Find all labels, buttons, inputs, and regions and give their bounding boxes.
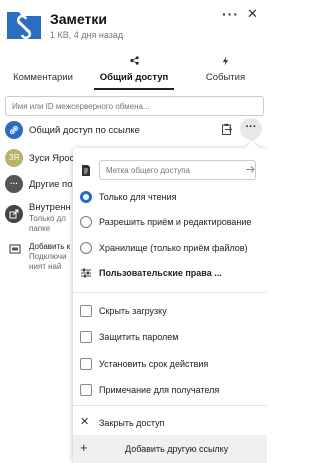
close-sidebar-button[interactable]: ✕ xyxy=(247,6,258,22)
add-server-sub1: Подключи xyxy=(29,252,67,261)
option-allow-edit-label: Разрешить приём и редактирование xyxy=(99,217,252,227)
link-icon xyxy=(5,121,23,139)
note-icon xyxy=(82,165,90,176)
add-link-label: Добавить другую ссылку xyxy=(125,444,229,454)
folder-link-icon xyxy=(7,12,41,40)
option-expiry-label: Установить срок действия xyxy=(99,359,209,369)
radio-checked-icon xyxy=(80,191,92,203)
server-icon xyxy=(9,244,21,254)
option-custom-rights-label: Пользовательские права ... xyxy=(99,268,222,278)
checkbox-icon xyxy=(80,331,92,343)
checkbox-icon xyxy=(80,358,92,370)
radio-icon xyxy=(80,242,92,254)
plus-icon: + xyxy=(80,440,88,455)
option-file-drop-label: Хранилище (только приём файлов) xyxy=(99,243,248,253)
checkbox-icon xyxy=(80,384,92,396)
add-server-label: Добавить к xyxy=(29,242,71,251)
internal-link-sub2: папке xyxy=(29,224,51,233)
close-icon: ✕ xyxy=(80,416,90,428)
add-link-button[interactable]: + Добавить другую ссылку xyxy=(73,435,267,463)
tab-activity-label: События xyxy=(205,72,246,83)
option-allow-edit[interactable]: Разрешить приём и редактирование xyxy=(73,209,267,235)
file-header: Заметки 1 КВ, 4 дня назад ··· ✕ xyxy=(0,0,267,50)
tab-comments[interactable]: Комментарии xyxy=(0,52,86,90)
option-password[interactable]: Защитить паролем xyxy=(73,324,267,350)
external-link-icon xyxy=(5,205,23,223)
option-note-label: Примечание для получателя xyxy=(99,385,220,395)
tab-sharing-label: Общий доступ xyxy=(99,72,169,83)
sliders-icon xyxy=(81,268,91,278)
option-expiry[interactable]: Установить срок действия xyxy=(73,351,267,377)
internal-link-sub1: Только дл xyxy=(29,214,66,223)
share-label-input[interactable] xyxy=(99,160,256,180)
clipboard-icon[interactable] xyxy=(221,123,233,135)
option-file-drop[interactable]: Хранилище (только приём файлов) xyxy=(73,235,267,261)
checkbox-icon xyxy=(80,305,92,317)
file-title: Заметки xyxy=(50,11,107,27)
share-link-more-button[interactable]: ··· xyxy=(240,118,262,140)
lightning-icon xyxy=(222,56,229,66)
sidebar-tabs: Комментарии Общий доступ События xyxy=(0,52,267,90)
radio-icon xyxy=(80,216,92,228)
menu-divider xyxy=(73,405,267,406)
share-search-input[interactable] xyxy=(5,96,264,116)
dots-icon: ··· xyxy=(5,175,23,193)
option-custom-rights[interactable]: Пользовательские права ... xyxy=(73,260,267,286)
other-shares-label: Другие по xyxy=(29,179,73,190)
header-more-button[interactable]: ··· xyxy=(222,6,239,22)
arrow-right-icon[interactable] xyxy=(246,165,255,174)
option-password-label: Защитить паролем xyxy=(99,332,179,342)
option-read-only-label: Только для чтения xyxy=(99,192,177,202)
option-hide-download[interactable]: Скрыть загрузку xyxy=(73,298,267,324)
unshare-label: Закрыть доступ xyxy=(99,418,165,428)
option-read-only[interactable]: Только для чтения xyxy=(73,184,267,210)
sharing-sidebar: Заметки 1 КВ, 4 дня назад ··· ✕ Коммента… xyxy=(0,0,267,463)
avatar: ЗЯ xyxy=(5,149,23,167)
menu-divider xyxy=(73,292,267,293)
share-icon xyxy=(130,56,139,65)
share-link-label: Общий доступ по ссылке xyxy=(29,125,140,136)
option-hide-download-label: Скрыть загрузку xyxy=(99,306,167,316)
tab-activity[interactable]: События xyxy=(184,52,267,90)
tab-comments-label: Комментарии xyxy=(13,72,73,83)
unshare-button[interactable]: ✕ Закрыть доступ xyxy=(73,410,267,436)
add-server-sub2: ният най xyxy=(29,262,62,271)
tab-sharing[interactable]: Общий доступ xyxy=(88,52,180,90)
file-meta: 1 КВ, 4 дня назад xyxy=(50,30,124,40)
option-note[interactable]: Примечание для получателя xyxy=(73,377,267,403)
internal-link-label: Внутренн xyxy=(29,202,71,213)
